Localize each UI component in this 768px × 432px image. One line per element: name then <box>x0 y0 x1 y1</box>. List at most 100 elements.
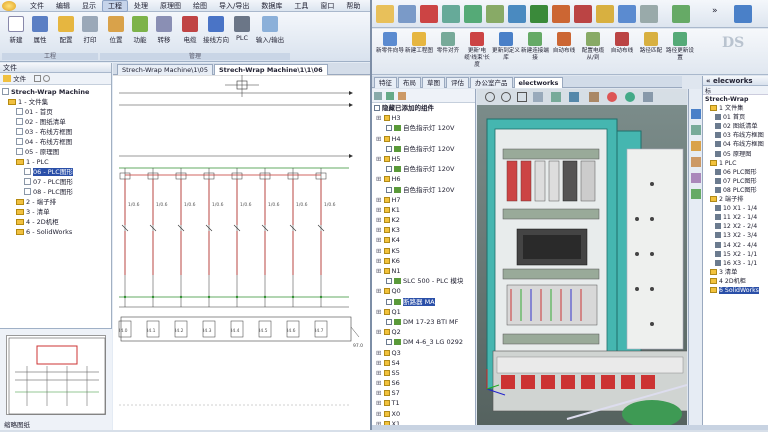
component-row[interactable]: ⊞ K3 <box>372 225 475 235</box>
resources-icon[interactable] <box>691 109 701 119</box>
tree-item-2d-cabinet[interactable]: 4 - 2D机柜 <box>2 217 111 227</box>
component-row[interactable]: ⊞ H6 <box>372 174 475 184</box>
elecworks-tab[interactable]: « elecworks <box>703 76 768 86</box>
properties-button[interactable]: 属性 <box>28 16 52 44</box>
elec-tree-item[interactable]: 08 PLC图形 <box>703 186 768 195</box>
component-row[interactable]: 自色指示灯 120V <box>372 164 475 174</box>
expand-icon[interactable]: ⊞ <box>376 196 384 204</box>
elec-tree-item[interactable]: 02 图纸清单 <box>703 122 768 131</box>
toolbar-icon-13[interactable] <box>640 5 658 23</box>
expand-icon[interactable]: ⊞ <box>376 135 384 143</box>
toolbar-icon-10[interactable] <box>574 5 592 23</box>
expand-icon[interactable]: ⊞ <box>376 369 384 377</box>
menu-database[interactable]: 数据库 <box>255 1 288 11</box>
elec-tree-item[interactable]: 16 X3 - 1/1 <box>703 259 768 268</box>
component-row[interactable]: ⊞ K6 <box>372 256 475 266</box>
folder-icon[interactable] <box>3 75 11 82</box>
component-row[interactable]: ⊞ Q3 <box>372 348 475 358</box>
elec-tree-item[interactable]: 11 X2 - 1/4 <box>703 213 768 222</box>
expand-icon[interactable]: ⊞ <box>376 287 384 295</box>
app-orb-icon[interactable] <box>2 1 16 11</box>
help-icon[interactable] <box>734 5 752 23</box>
menu-file[interactable]: 文件 <box>24 1 50 11</box>
tree-item-lists[interactable]: 3 - 清单 <box>2 207 111 217</box>
toolbar-icon-14[interactable] <box>672 5 690 23</box>
component-row[interactable]: ⊞ S5 <box>372 368 475 378</box>
plc-button[interactable]: PLC <box>230 16 254 42</box>
elec-tree-item[interactable]: 15 X2 - 1/1 <box>703 250 768 259</box>
elec-tree-item[interactable]: 4 2D机柜 <box>703 277 768 286</box>
elec-tree-item[interactable]: Strech-Wrap <box>703 95 768 104</box>
ribbon-button-4[interactable]: 更新'电缆'线束'长度 <box>463 32 491 69</box>
component-row[interactable]: ⊞ Q2 <box>372 327 475 337</box>
component-row[interactable]: ⊞ S6 <box>372 378 475 388</box>
tab-features[interactable]: 特征 <box>374 77 397 88</box>
ribbon-button-6[interactable]: 新建连接端接 <box>521 32 549 62</box>
file-explorer-icon[interactable] <box>691 141 701 151</box>
checkbox[interactable] <box>386 318 392 325</box>
tab-electworks[interactable]: electworks <box>513 77 564 88</box>
component-row[interactable]: ⊞ K5 <box>372 246 475 256</box>
expand-icon[interactable]: ⊞ <box>376 155 384 163</box>
checkbox[interactable] <box>386 145 392 152</box>
component-row[interactable]: ⊞ S7 <box>372 388 475 398</box>
tree-item-schematic[interactable]: 05 - 原理图 <box>2 147 111 157</box>
elec-tree-item[interactable]: 12 X2 - 2/4 <box>703 222 768 231</box>
expand-icon[interactable]: ⊞ <box>376 389 384 397</box>
elec-tree-item[interactable]: 13 X2 - 3/4 <box>703 231 768 240</box>
expand-icon[interactable]: ⊞ <box>376 236 384 244</box>
expand-icon[interactable]: ⊞ <box>376 328 384 336</box>
ribbon-button-3[interactable]: 零件对齐 <box>434 32 462 55</box>
component-row[interactable]: ⊞ K1 <box>372 205 475 215</box>
component-row[interactable]: ⊞ X0 <box>372 409 475 419</box>
tree-item-project[interactable]: Strech-Wrap Machine <box>2 87 111 97</box>
menu-schematic[interactable]: 原理图 <box>154 1 187 11</box>
ribbon-button-11[interactable]: 路径更新设置 <box>666 32 694 62</box>
expand-icon[interactable]: ⊞ <box>376 206 384 214</box>
component-list-header[interactable]: 隐藏已添加的组件 <box>372 103 475 113</box>
elec-tree-item[interactable]: 2 端子排 <box>703 195 768 204</box>
tab-evaluate[interactable]: 评估 <box>446 77 469 88</box>
expand-icon[interactable]: ⊞ <box>376 216 384 224</box>
expand-icon[interactable]: ⊞ <box>376 359 384 367</box>
design-library-icon[interactable] <box>691 125 701 135</box>
expand-icon[interactable]: ⊞ <box>376 410 384 418</box>
elec-tree-item[interactable]: 14 X2 - 4/4 <box>703 241 768 250</box>
elec-tree-item[interactable]: 07 PLC图形 <box>703 177 768 186</box>
view-palette-icon[interactable] <box>691 157 701 167</box>
filter-icon[interactable] <box>374 92 382 100</box>
tab-sketch[interactable]: 草图 <box>422 77 445 88</box>
checkbox[interactable] <box>374 105 380 111</box>
component-row[interactable]: 自色指示灯 120V <box>372 123 475 133</box>
elec-tree-item[interactable]: 04 布线方框图 <box>703 140 768 149</box>
checkbox[interactable] <box>386 166 392 173</box>
component-row[interactable]: ⊞ S4 <box>372 358 475 368</box>
checkbox[interactable] <box>386 186 392 193</box>
component-row[interactable]: ⊞ K4 <box>372 235 475 245</box>
component-row[interactable]: 断路器 MA <box>372 297 475 307</box>
component-row[interactable]: ⊞ H4 <box>372 134 475 144</box>
toolbar-icon-2[interactable] <box>398 5 416 23</box>
tree-item-plc-06[interactable]: 06 - PLC图形 <box>2 167 111 177</box>
checkbox[interactable] <box>386 298 392 305</box>
refresh-icon[interactable] <box>43 75 51 82</box>
settings-icon[interactable] <box>398 92 406 100</box>
function-button[interactable]: 功能 <box>128 16 152 44</box>
expand-icon[interactable]: ⊞ <box>376 308 384 316</box>
tree-item-plc-07[interactable]: 07 - PLC图形 <box>2 177 111 187</box>
expand-icon[interactable]: ⊞ <box>376 399 384 407</box>
tree-toolbar-label[interactable]: 文件 <box>13 75 26 83</box>
tab-layout[interactable]: 布局 <box>398 77 421 88</box>
ribbon-button-10[interactable]: 路径匹配 <box>637 32 665 55</box>
tree-item-cover[interactable]: 01 - 首页 <box>2 107 111 117</box>
component-row[interactable]: ⊞ Q0 <box>372 286 475 296</box>
elec-tree-item[interactable]: 1 PLC <box>703 159 768 168</box>
checkbox[interactable] <box>386 125 392 132</box>
toolbar-icon-7[interactable] <box>508 5 526 23</box>
tree-item-bundle[interactable]: 1 - 文件集 <box>2 97 111 107</box>
toolbar-icon-1[interactable] <box>376 5 394 23</box>
3d-viewport[interactable] <box>477 89 687 425</box>
toolbar-icon-12[interactable] <box>618 5 636 23</box>
toolbar-icon-5[interactable] <box>464 5 482 23</box>
toolbar-icon-6[interactable] <box>486 5 504 23</box>
